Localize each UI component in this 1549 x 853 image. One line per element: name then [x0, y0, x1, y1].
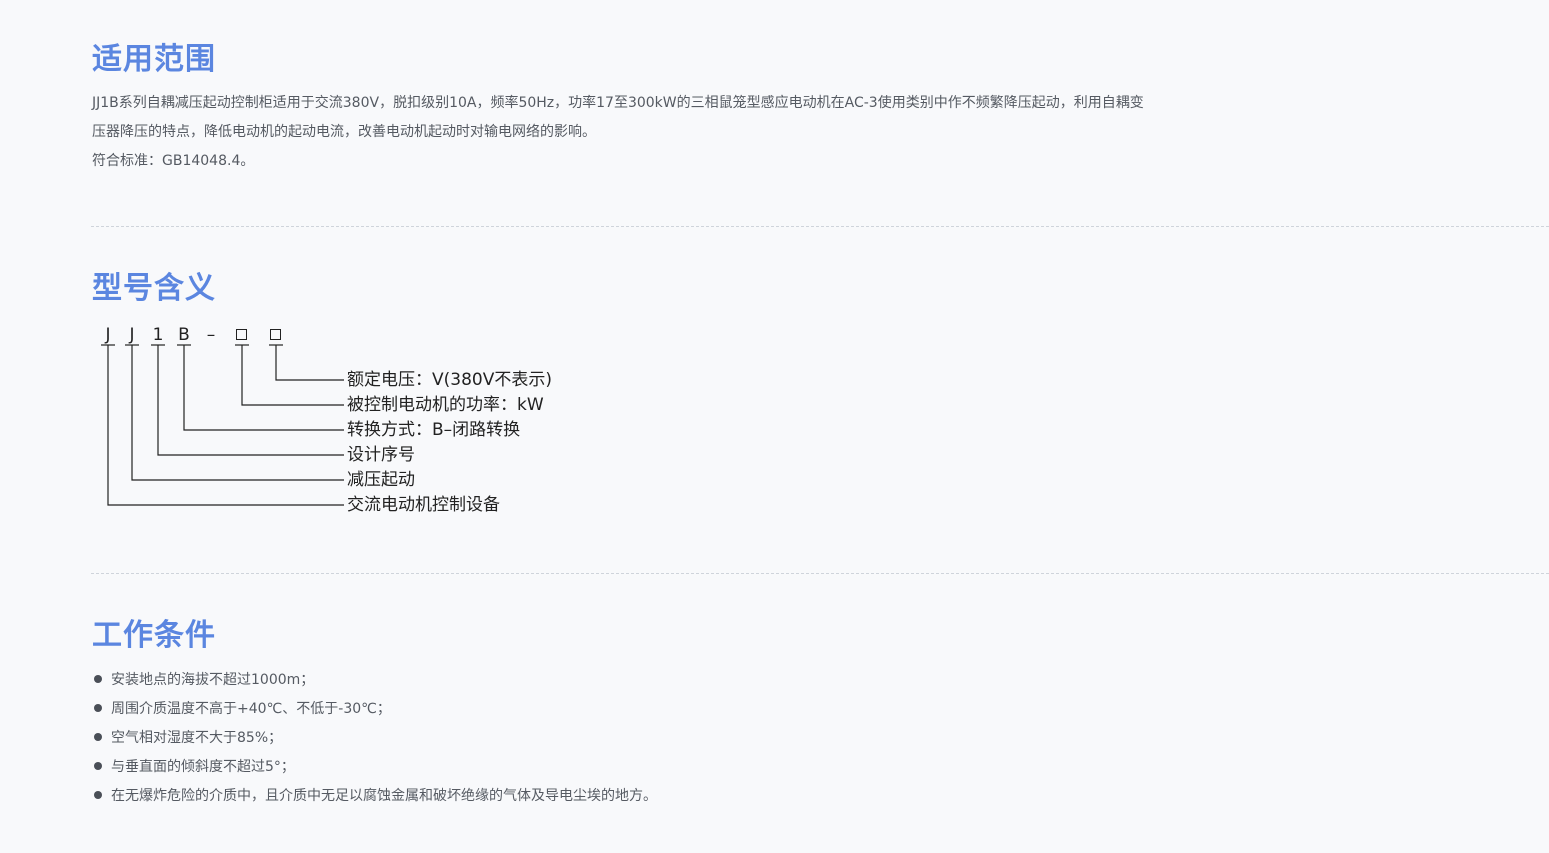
leader-power	[241, 345, 344, 406]
leader-design-no	[157, 345, 344, 456]
bullet-icon	[94, 675, 102, 683]
legend-ac-motor-control: 交流电动机控制设备	[347, 495, 500, 515]
model-diagram-lines	[101, 344, 344, 506]
section-divider	[91, 573, 1549, 574]
list-item: 在无爆炸危险的介质中，且介质中无足以腐蚀金属和破坏绝缘的气体及导电尘埃的地方。	[94, 787, 657, 805]
condition-text: 在无爆炸危险的介质中，且介质中无足以腐蚀金属和破坏绝缘的气体及导电尘埃的地方。	[111, 788, 657, 804]
bullet-icon	[94, 762, 102, 770]
conditions-title: 工作条件	[92, 618, 216, 653]
condition-text: 空气相对湿度不大于85%；	[111, 730, 283, 746]
leader-switch-mode	[183, 345, 344, 431]
product-spec-page: 适用范围 JJ1B系列自耦减压起动控制柜适用于交流380V，脱扣级别10A，频率…	[0, 0, 1549, 853]
bullet-icon	[94, 704, 102, 712]
bullet-icon	[94, 733, 102, 741]
legend-reduced-start: 减压起动	[347, 470, 415, 490]
condition-text: 与垂直面的倾斜度不超过5°；	[111, 759, 295, 775]
legend-switch-mode: 转换方式：B–闭路转换	[347, 420, 521, 440]
list-item: 安装地点的海拔不超过1000m；	[94, 671, 314, 689]
list-item: 周围介质温度不高于+40℃、不低于-30℃；	[94, 700, 391, 718]
list-item: 空气相对湿度不大于85%；	[94, 729, 282, 747]
condition-text: 安装地点的海拔不超过1000m；	[111, 672, 315, 688]
condition-text: 周围介质温度不高于+40℃、不低于-30℃；	[111, 701, 391, 717]
legend-design-number: 设计序号	[347, 445, 415, 465]
list-item: 与垂直面的倾斜度不超过5°；	[94, 758, 295, 776]
leader-ac-motor	[107, 345, 344, 506]
leader-reduced-start	[131, 345, 344, 481]
legend-motor-power: 被控制电动机的功率：kW	[347, 395, 544, 415]
leader-voltage	[275, 345, 344, 381]
legend-rated-voltage: 额定电压：V(380V不表示)	[347, 370, 552, 390]
bullet-icon	[94, 791, 102, 799]
